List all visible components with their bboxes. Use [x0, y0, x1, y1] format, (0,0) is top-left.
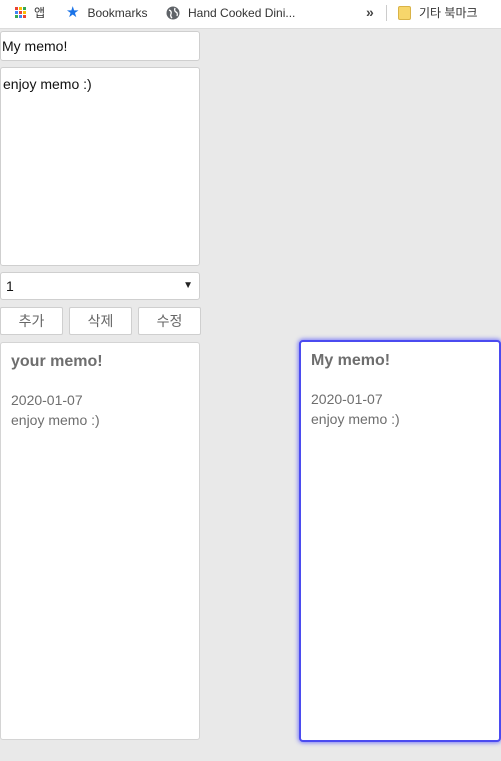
delete-button[interactable]: 삭제: [69, 307, 132, 335]
bookmarks-overflow-button[interactable]: »: [366, 4, 374, 20]
memo-card-title: My memo!: [311, 352, 391, 369]
memo-card-text: enjoy memo :): [11, 412, 100, 428]
memo-card-selected[interactable]: My memo! 2020-01-07 enjoy memo :): [299, 340, 501, 742]
bookmark-item-hand-cooked[interactable]: Hand Cooked Dini...: [166, 0, 295, 25]
other-bookmarks[interactable]: 기타 북마크: [398, 0, 478, 25]
memo-select[interactable]: 1 ▼: [0, 272, 200, 300]
folder-icon: [398, 5, 411, 20]
memo-body-textarea[interactable]: enjoy memo :): [0, 67, 200, 266]
globe-icon: [166, 6, 180, 20]
apps-shortcut[interactable]: 앱: [15, 0, 45, 25]
memo-card-title: your memo!: [11, 353, 103, 370]
edit-button[interactable]: 수정: [138, 307, 201, 335]
memo-card-date: 2020-01-07: [311, 391, 383, 407]
caret-down-icon: ▼: [183, 280, 193, 291]
divider: [386, 5, 387, 21]
apps-label: 앱: [34, 6, 46, 20]
apps-grid-icon: [15, 7, 26, 18]
memo-card[interactable]: your memo! 2020-01-07 enjoy memo :): [0, 342, 200, 740]
star-icon: ★: [66, 4, 80, 21]
bookmark-item-bookmarks[interactable]: ★ Bookmarks: [66, 0, 147, 25]
bookmark-label: Hand Cooked Dini...: [188, 5, 296, 20]
select-value: 1: [6, 278, 14, 294]
bookmark-label: Bookmarks: [87, 5, 148, 20]
bookmarks-bar: 앱 ★ Bookmarks Hand Cooked Dini... » 기타 북…: [0, 0, 501, 29]
other-bookmarks-label: 기타 북마크: [419, 6, 478, 20]
add-button[interactable]: 추가: [0, 307, 63, 335]
memo-title-input[interactable]: My memo!: [0, 31, 200, 61]
memo-card-text: enjoy memo :): [311, 411, 400, 427]
memo-card-date: 2020-01-07: [11, 392, 83, 408]
